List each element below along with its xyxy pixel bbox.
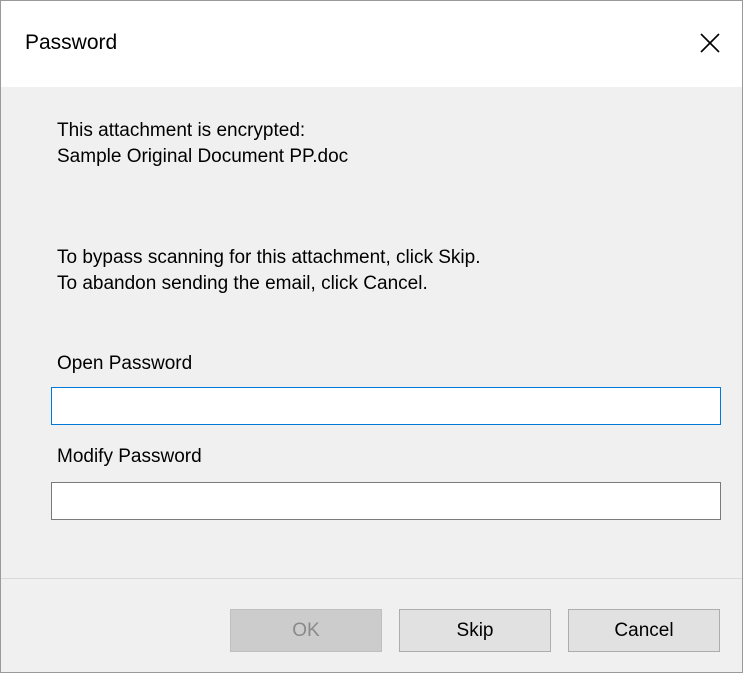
password-dialog: Password This attachment is encrypted: S… xyxy=(0,0,743,673)
modify-password-label: Modify Password xyxy=(57,446,202,467)
open-password-label: Open Password xyxy=(57,353,193,374)
skip-instruction: To bypass scanning for this attachment, … xyxy=(57,247,481,268)
modify-password-input[interactable] xyxy=(51,482,721,520)
footer-divider xyxy=(1,578,742,579)
ok-button[interactable]: OK xyxy=(230,609,382,652)
open-password-input[interactable] xyxy=(51,387,721,425)
encrypted-message: This attachment is encrypted: xyxy=(57,120,306,141)
attachment-filename: Sample Original Document PP.doc xyxy=(57,146,349,167)
cancel-button[interactable]: Cancel xyxy=(568,609,720,652)
close-icon xyxy=(700,33,720,53)
cancel-instruction: To abandon sending the email, click Canc… xyxy=(57,273,428,294)
skip-button[interactable]: Skip xyxy=(399,609,551,652)
dialog-title: Password xyxy=(25,31,118,54)
close-button[interactable] xyxy=(682,1,742,87)
title-bar: Password xyxy=(1,1,742,87)
